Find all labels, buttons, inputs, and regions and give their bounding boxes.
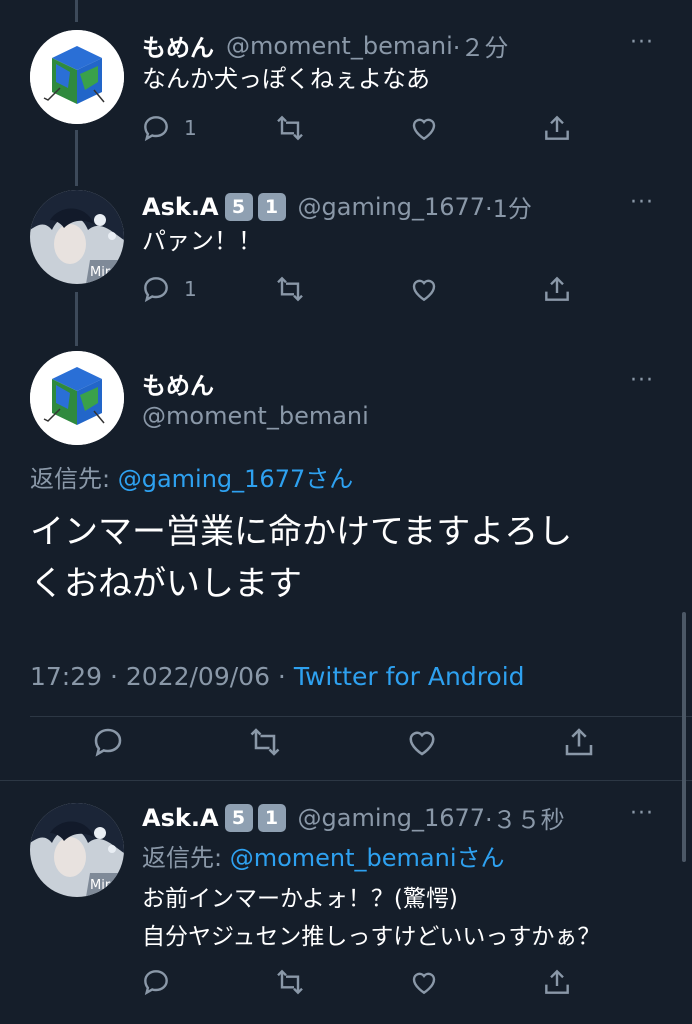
scrollbar[interactable] [682,612,686,862]
more-options-icon[interactable]: ··· [630,30,654,55]
reply-to-line: 返信先: @gaming_1677さん [30,459,353,494]
share-button[interactable] [541,273,573,305]
tweet-text-line: 自分ヤジュセン推しっすけどいいっすかぁ？ [142,924,601,950]
reply-to-mention[interactable]: @gaming_1677 [118,465,306,493]
heart-icon [412,972,436,995]
retweet-icon [277,276,303,302]
tweet-text-line: インマー営業に命かけてますよろし [30,512,573,552]
cube-avatar-icon [30,30,124,124]
thread-line-2 [75,292,78,346]
badge-5: 5 [224,192,253,221]
retweet-button[interactable] [274,966,306,998]
tweet-header: Ask.A 5 1 @gaming_1677 ·３５秒 [142,800,565,835]
reply-button[interactable] [140,966,172,998]
svg-text:Mira: Mira [90,878,118,893]
tweet-text-line: お前インマーかよォ！？(驚愕) [142,886,458,912]
reply-to-mention[interactable]: @moment_bemani [230,844,457,872]
anime-avatar-icon: Mira [30,803,124,897]
reply-button[interactable]: 1 [140,112,197,144]
cube-avatar-icon [30,351,124,445]
avatar[interactable] [30,351,124,445]
badge-1: 1 [257,192,286,221]
reply-icon [144,970,168,996]
badge-1: 1 [257,803,286,832]
reply-icon [144,277,168,303]
anime-avatar-icon: Mira [30,190,124,284]
reply-to-suffix: さん [456,844,505,872]
more-options-icon[interactable]: ··· [630,368,654,393]
reply-icon [94,728,122,757]
retweet-icon [277,115,303,141]
avatar[interactable]: Mira [30,803,124,897]
tweet-text-line: くおねがいします [30,564,302,604]
retweet-button[interactable] [247,724,283,760]
username[interactable]: @moment_bemani [226,32,453,60]
reply-to-line: 返信先: @moment_bemaniさん [142,838,505,873]
tweet-header: Ask.A 5 1 @gaming_1677 ·1分 [142,189,532,224]
retweet-button[interactable] [274,112,306,144]
like-button[interactable] [408,273,440,305]
retweet-icon [250,728,280,756]
like-button[interactable] [408,966,440,998]
reply-to-label: 返信先: [142,844,230,872]
display-name[interactable]: Ask.A [142,804,219,832]
retweet-icon [277,969,303,995]
like-button[interactable] [408,112,440,144]
heart-icon [409,731,435,756]
reply-button[interactable]: 1 [140,273,197,305]
share-icon [545,969,569,994]
date-time[interactable]: 17:29 · 2022/09/06 · [30,662,294,691]
share-button[interactable] [561,724,597,760]
divider [30,716,692,717]
avatar[interactable] [30,30,124,124]
reply-count: 1 [184,277,197,301]
source-link[interactable]: Twitter for Android [294,662,525,691]
timestamp[interactable]: ·３５秒 [485,800,565,835]
timestamp[interactable]: ·２分 [453,28,509,63]
avatar[interactable]: Mira [30,190,124,284]
tweet-timestamp: 17:29 · 2022/09/06 · Twitter for Android [30,662,525,691]
share-icon [565,728,593,756]
display-name[interactable]: もめん [142,366,214,401]
more-options-icon[interactable]: ··· [630,801,654,826]
share-icon [545,115,569,140]
tweet-header: もめん @moment_bemani ·２分 [142,28,508,63]
tweet-text: なんか犬っぽくねぇよなあ [142,65,430,93]
display-name[interactable]: Ask.A [142,193,219,221]
retweet-button[interactable] [274,273,306,305]
tweet-text: お前インマーかよォ！？(驚愕) 自分ヤジュセン推しっすけどいいっすかぁ？ [142,880,600,956]
reply-to-label: 返信先: [30,465,118,493]
display-name[interactable]: もめん [142,28,214,63]
svg-text:Mira: Mira [90,265,118,280]
share-button[interactable] [541,112,573,144]
divider [0,780,692,781]
thread-line-1 [75,130,78,186]
more-options-icon[interactable]: ··· [630,190,654,215]
heart-icon [412,118,436,141]
share-button[interactable] [541,966,573,998]
badge-5: 5 [224,803,253,832]
like-button[interactable] [404,724,440,760]
tweet-text: インマー営業に命かけてますよろし くおねがいします [30,506,572,610]
reply-button[interactable] [90,724,126,760]
timestamp[interactable]: ·1分 [485,189,532,224]
reply-icon [144,116,168,142]
username[interactable]: @gaming_1677 [298,193,486,221]
reply-to-suffix: さん [305,465,354,493]
tweet-text: パァン！！ [142,227,262,255]
heart-icon [412,279,436,302]
reply-count: 1 [184,116,197,140]
thread-line-top [75,0,78,22]
username[interactable]: @moment_bemani [142,402,369,430]
username[interactable]: @gaming_1677 [298,804,486,832]
share-icon [545,276,569,301]
